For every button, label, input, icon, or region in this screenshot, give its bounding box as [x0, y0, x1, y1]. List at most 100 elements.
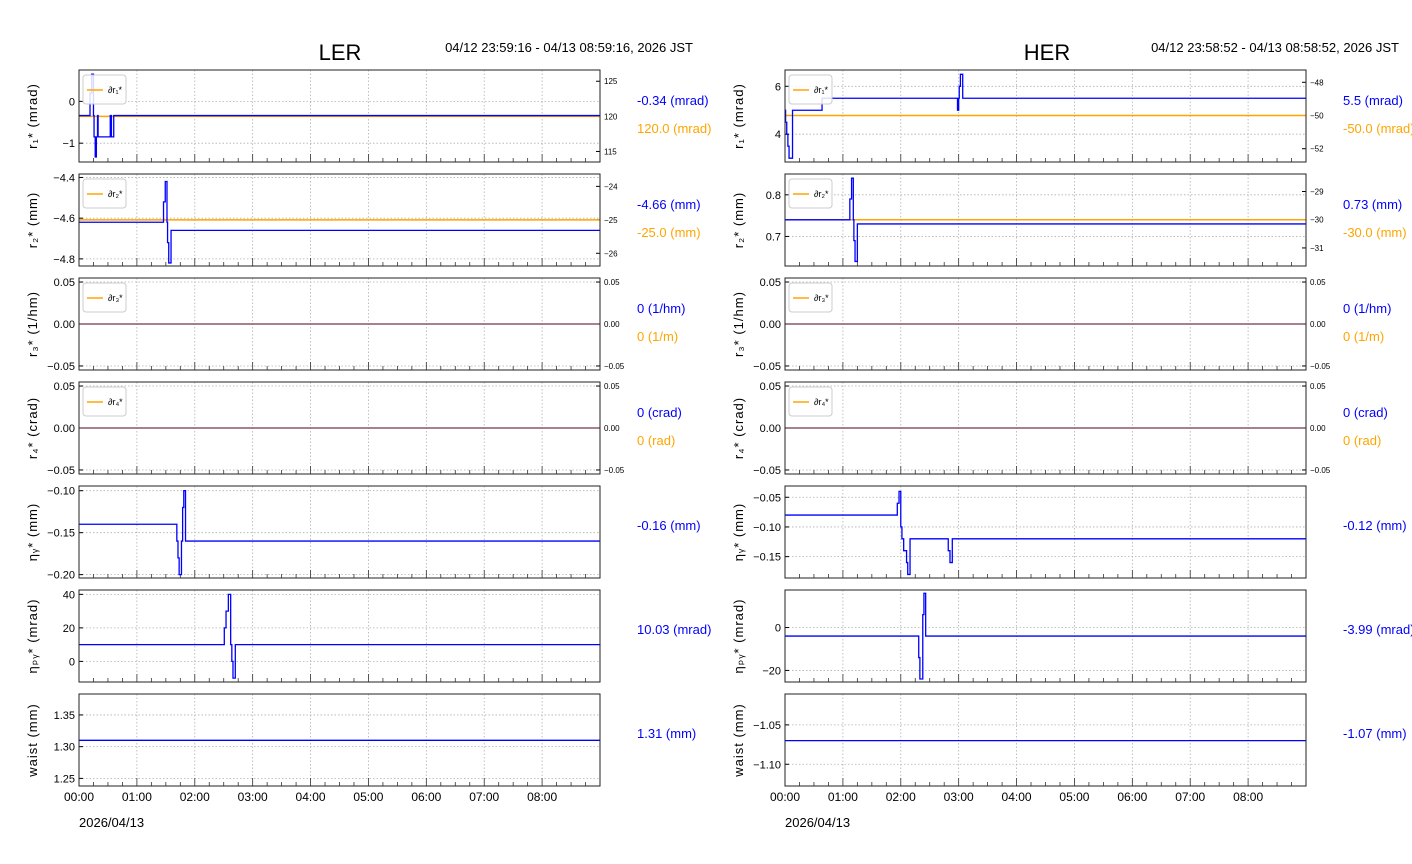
legend-label: ∂r₁*	[108, 85, 122, 95]
subplot: 0.05 0.00 −0.05 0.05 0.00 −0.05 ∂r₄* r₄* (crad)…	[731, 381, 1388, 477]
subplot: −0.10 −0.15 −0.20 ηᵧ* (mm) -0.16 (mm)	[25, 485, 701, 582]
y-tick-label: −4.6	[53, 213, 75, 225]
y-tick-label: −4.8	[53, 254, 75, 266]
right-y-tick-label: −0.05	[604, 466, 625, 475]
subplot: 6 4 −48 −50 −52 ∂r₁* r₁* (mrad) 5.5 (mrad) -50.0…	[731, 69, 1412, 163]
axes-frame	[784, 485, 1307, 579]
y-axis-label: ηₚᵧ* (mrad)	[25, 599, 40, 674]
legend: ∂r₁*	[82, 74, 127, 105]
x-tick-label: 01:00	[122, 790, 152, 804]
y-tick-label: 4	[775, 129, 781, 141]
x-tick-label: 00:00	[64, 790, 94, 804]
time-range-label: 04/12 23:58:52 - 04/13 08:58:52, 2026 JS…	[1151, 40, 1399, 55]
axes-frame	[78, 589, 601, 683]
y-tick-label: 0.00	[54, 423, 75, 435]
y-tick-label: −0.05	[753, 465, 781, 477]
right-y-tick-label: −50	[1310, 112, 1324, 121]
subplot: −4.4 −4.6 −4.8 −24 −25 −26 ∂r₂* r₂* (mm) -4.66 (…	[25, 172, 701, 267]
x-tick-label: 05:00	[1059, 790, 1089, 804]
chart-her: HER 04/12 23:58:52 - 04/13 08:58:52, 2026…	[731, 40, 1412, 830]
x-tick-label: 07:00	[469, 790, 499, 804]
y-tick-label: 0.00	[760, 423, 781, 435]
x-tick-label: 06:00	[1117, 790, 1147, 804]
legend: ∂r₃*	[788, 282, 833, 313]
right-y-tick-label: −29	[1310, 187, 1324, 196]
y-tick-label: 20	[63, 623, 75, 635]
subplot: 0.05 0.00 −0.05 0.05 0.00 −0.05 ∂r₄* r₄* (crad)…	[25, 381, 682, 477]
legend: ∂r₂*	[82, 178, 127, 209]
chart-title: LER	[319, 40, 362, 65]
current-value: 0 (crad)	[637, 405, 682, 420]
y-axis-label: ηᵧ* (mm)	[731, 503, 746, 561]
data-series-line	[79, 73, 600, 158]
y-tick-label: 1.25	[54, 773, 75, 785]
subplot: 0 −1 125 120 115 ∂r₁* r₁* (mrad) -0.34 (mrad) 12…	[25, 69, 711, 163]
y-tick-label: −0.05	[753, 492, 781, 504]
y-tick-label: 0.00	[54, 319, 75, 331]
date-label: 2026/04/13	[785, 815, 850, 830]
data-series-line	[79, 180, 600, 264]
y-tick-label: 0.05	[54, 381, 75, 393]
setpoint-value: 120.0 (mrad)	[637, 121, 711, 136]
subplot: 0.8 0.7 −29 −30 −31 ∂r₂* r₂* (mm) 0.73 (mm) -30.…	[731, 173, 1407, 267]
y-tick-label: 40	[63, 589, 75, 601]
y-axis-label: r₃* (1/hm)	[25, 291, 40, 357]
y-tick-label: 0.05	[760, 277, 781, 289]
right-y-tick-label: −52	[1310, 145, 1324, 154]
y-axis-label: waist (mm)	[25, 703, 40, 778]
right-y-tick-label: −24	[604, 182, 618, 191]
right-y-tick-label: −0.05	[1310, 466, 1331, 475]
legend: ∂r₃*	[82, 282, 127, 313]
x-tick-label: 04:00	[296, 790, 326, 804]
legend-label: ∂r₃*	[108, 293, 123, 303]
subplot: −1.05 −1.10 waist (mm) -1.07 (mm)	[731, 693, 1407, 787]
y-axis-label: ηₚᵧ* (mrad)	[731, 599, 746, 674]
subplot: 40 20 0 ηₚᵧ* (mrad) 10.03 (mrad)	[25, 589, 711, 683]
y-tick-label: −20	[762, 665, 781, 677]
y-tick-label: −4.4	[53, 172, 75, 184]
current-value: -4.66 (mm)	[637, 197, 701, 212]
axes-frame	[78, 485, 601, 579]
x-tick-label: 08:00	[527, 790, 557, 804]
x-tick-label: 03:00	[944, 790, 974, 804]
legend-label: ∂r₂*	[814, 189, 829, 199]
y-tick-label: 6	[775, 81, 781, 93]
data-series-line	[785, 490, 1306, 576]
y-tick-label: 0.7	[766, 231, 781, 243]
right-y-tick-label: 0.05	[604, 278, 620, 287]
y-tick-label: −0.15	[47, 528, 75, 540]
right-y-tick-label: −0.05	[604, 362, 625, 371]
y-axis-label: r₃* (1/hm)	[731, 291, 746, 357]
current-value: -0.16 (mm)	[637, 518, 701, 533]
right-y-tick-label: 120	[604, 112, 618, 121]
x-tick-label: 02:00	[180, 790, 210, 804]
y-tick-label: −0.05	[753, 361, 781, 373]
y-tick-label: 0.05	[54, 277, 75, 289]
y-axis-label: r₂* (mm)	[25, 192, 40, 248]
setpoint-value: -30.0 (mm)	[1343, 225, 1407, 240]
right-y-tick-label: 0.00	[604, 320, 620, 329]
subplot: 0.05 0.00 −0.05 0.05 0.00 −0.05 ∂r₃* r₃* (1/hm)…	[25, 277, 685, 373]
y-axis-label: ηᵧ* (mm)	[25, 503, 40, 561]
right-y-tick-label: 125	[604, 77, 618, 86]
right-y-tick-label: 0.00	[604, 424, 620, 433]
right-y-tick-label: −25	[604, 216, 618, 225]
date-label: 2026/04/13	[79, 815, 144, 830]
legend: ∂r₄*	[82, 386, 127, 417]
x-tick-label: 04:00	[1002, 790, 1032, 804]
y-axis-label: r₁* (mrad)	[25, 83, 40, 149]
x-tick-label: 00:00	[770, 790, 800, 804]
right-y-tick-label: 0.05	[1310, 382, 1326, 391]
x-tick-label: 05:00	[353, 790, 383, 804]
setpoint-value: -25.0 (mm)	[637, 225, 701, 240]
right-y-tick-label: −0.05	[1310, 362, 1331, 371]
y-axis-label: r₄* (crad)	[25, 397, 40, 459]
right-y-tick-label: −30	[1310, 216, 1324, 225]
y-tick-label: 0.05	[760, 381, 781, 393]
y-tick-label: 0	[775, 623, 781, 635]
y-tick-label: 0	[69, 96, 75, 108]
y-tick-label: 0.8	[766, 190, 781, 202]
setpoint-value: 0 (1/m)	[1343, 329, 1384, 344]
current-value: 0 (1/hm)	[637, 301, 685, 316]
y-tick-label: −0.15	[753, 552, 781, 564]
